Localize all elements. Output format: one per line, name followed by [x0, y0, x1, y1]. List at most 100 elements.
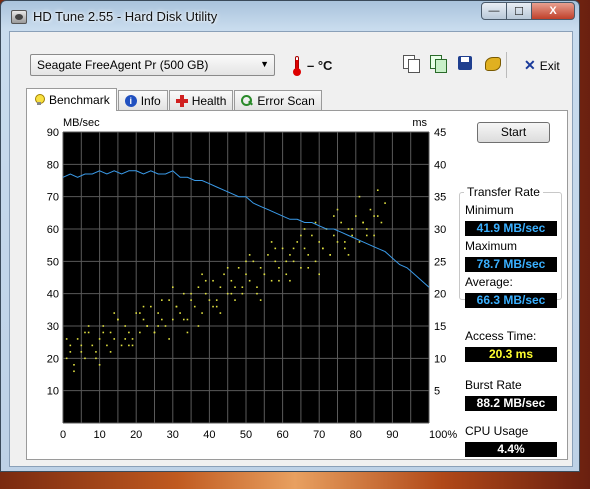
app-window: HD Tune 2.55 - Hard Disk Utility — ☐ X S… [0, 0, 580, 472]
access-time-point [300, 267, 302, 269]
access-time-point [95, 357, 97, 360]
access-time-point [182, 292, 185, 295]
access-time-point [208, 299, 211, 301]
access-time-point [69, 344, 72, 347]
x-tick-label: 10 [93, 429, 105, 441]
access-time-point [245, 260, 247, 263]
copy-screenshot-icon[interactable] [429, 54, 447, 73]
x-tick-label: 50 [240, 429, 252, 441]
access-time-point [226, 267, 229, 269]
maximize-button[interactable]: ☐ [506, 2, 532, 20]
access-time-point [336, 208, 339, 211]
y-left-tick-label: 10 [47, 386, 59, 398]
copy-text-icon[interactable] [402, 54, 420, 73]
access-time-point [376, 215, 379, 217]
access-time-point [252, 260, 255, 263]
access-time-point [274, 260, 277, 263]
access-time-point [248, 254, 251, 256]
title-bar[interactable]: HD Tune 2.55 - Hard Disk Utility — ☐ X [1, 1, 579, 31]
access-time-point [333, 215, 335, 217]
y-left-tick-label: 60 [47, 224, 59, 236]
access-time-point [197, 325, 200, 327]
access-time-point [131, 344, 134, 347]
access-time-point [373, 234, 375, 237]
access-time-point [311, 234, 313, 237]
x-tick-label: 70 [313, 429, 325, 441]
access-time-point [186, 331, 189, 334]
access-time-point [172, 286, 174, 288]
right-axis-label: ms [412, 117, 427, 129]
access-time-point [336, 241, 339, 243]
y-left-tick-label: 90 [47, 127, 59, 139]
access-time-point [234, 286, 236, 288]
access-time-point [95, 351, 97, 353]
access-time-point [219, 286, 222, 288]
access-time-point [80, 344, 83, 347]
toolbar: Seagate FreeAgent Pr (500 GB) ▼ – °C ✕ E… [10, 32, 572, 84]
y-left-tick-label: 80 [47, 159, 59, 171]
access-time-point [230, 292, 233, 295]
access-time-point [172, 318, 174, 321]
access-time-point [281, 247, 284, 250]
access-time-point [347, 228, 350, 230]
access-time-point [135, 312, 137, 314]
y-right-tick-label: 30 [434, 224, 446, 236]
access-time-point [186, 318, 189, 321]
access-time-point [87, 331, 90, 334]
exit-button[interactable]: ✕ Exit [524, 57, 560, 74]
access-time-point [146, 325, 148, 327]
temperature-readout: – °C [307, 58, 333, 73]
options-icon[interactable] [483, 54, 501, 72]
left-axis-label: MB/sec [63, 117, 100, 129]
access-time-point [65, 357, 68, 360]
tab-label: Benchmark [49, 93, 110, 107]
window-controls: — ☐ X [481, 2, 575, 20]
access-time-point [292, 260, 295, 263]
exit-label: Exit [539, 58, 560, 73]
access-time-point [182, 318, 185, 321]
y-left-tick-label: 70 [47, 192, 59, 204]
minimize-button[interactable]: — [481, 2, 507, 20]
access-time-point [65, 338, 68, 340]
access-time-point [87, 325, 90, 327]
x-tick-label: 90 [386, 429, 398, 441]
tab-health[interactable]: Health [168, 90, 234, 110]
access-time-point [270, 241, 273, 243]
access-time-point [201, 312, 203, 314]
access-time-point [358, 195, 361, 198]
close-button[interactable]: X [531, 2, 575, 20]
info-icon: i [124, 94, 137, 107]
access-time-point [91, 344, 94, 347]
tab-info[interactable]: i Info [117, 90, 168, 110]
access-time-point [289, 279, 291, 282]
access-time-point [73, 364, 75, 366]
access-time-point [380, 221, 383, 224]
access-time-point [285, 260, 288, 263]
access-time-point [307, 254, 310, 256]
save-icon[interactable] [456, 54, 474, 72]
tab-label: Error Scan [257, 93, 315, 108]
minimum-value: 41.9 MB/sec [465, 221, 557, 236]
burst-rate-label: Burst Rate [465, 378, 522, 392]
toolbar-separator [506, 52, 507, 78]
access-time-point [98, 338, 101, 340]
access-time-point [84, 357, 86, 360]
access-time-point [106, 344, 108, 347]
access-time-point [161, 299, 163, 301]
tab-error-scan[interactable]: Error Scan [234, 90, 322, 110]
start-button[interactable]: Start [477, 122, 550, 143]
drive-select[interactable]: Seagate FreeAgent Pr (500 GB) ▼ [30, 54, 275, 76]
access-time-point [157, 312, 159, 314]
x-tick-label: 100% [429, 429, 457, 441]
grid-lines [62, 131, 430, 424]
access-time-point [318, 241, 320, 243]
y-right-tick-label: 35 [434, 192, 446, 204]
x-tick-label: 20 [130, 429, 142, 441]
access-time-point [109, 351, 112, 353]
access-time-point [168, 299, 170, 301]
benchmark-panel: 0 10 20 30 40 50 60 70 80 90 100% 10 20 30 40 50 60 70 80 9… [26, 110, 568, 460]
y-left-tick-label: 30 [47, 321, 59, 333]
tab-benchmark[interactable]: Benchmark [26, 88, 117, 111]
access-time-point [161, 318, 163, 321]
tab-label: Info [140, 93, 161, 108]
